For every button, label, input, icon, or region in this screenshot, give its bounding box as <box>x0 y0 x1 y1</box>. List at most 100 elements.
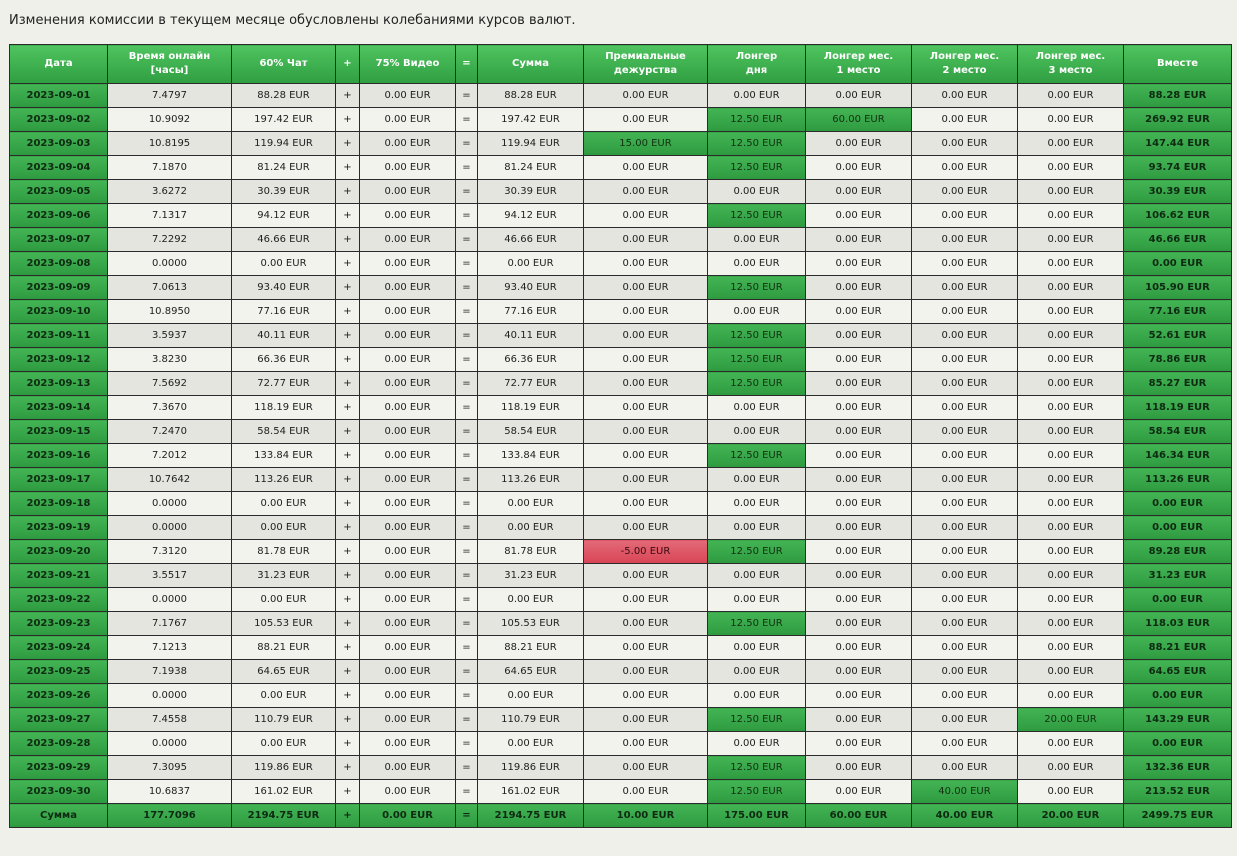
cell-longer-month-2: 0.00 EUR <box>911 587 1018 612</box>
header-online-hours[interactable]: Время онлайн [часы] <box>107 44 232 84</box>
cell-longer-month-1: 0.00 EUR <box>805 395 912 420</box>
cell-longer-month-3: 0.00 EUR <box>1017 347 1124 372</box>
cell-premium: 0.00 EUR <box>583 611 708 636</box>
cell-sum: 46.66 EUR <box>477 227 584 252</box>
cell-longer-day: 12.50 EUR <box>707 611 806 636</box>
cell-longer-month-1: 0.00 EUR <box>805 683 912 708</box>
cell-equals: = <box>455 275 478 300</box>
header-total[interactable]: Вместе <box>1123 44 1232 84</box>
cell-longer-month-3: 0.00 EUR <box>1017 227 1124 252</box>
cell-longer-month-1: 0.00 EUR <box>805 155 912 180</box>
summary-longer-month-2: 40.00 EUR <box>911 803 1018 828</box>
cell-plus: + <box>335 467 360 492</box>
cell-online-hours: 7.1870 <box>107 155 232 180</box>
cell-longer-month-1: 60.00 EUR <box>805 107 912 132</box>
cell-longer-day: 0.00 EUR <box>707 563 806 588</box>
cell-video: 0.00 EUR <box>359 203 456 228</box>
cell-equals: = <box>455 779 478 804</box>
table-row: 2023-09-20 7.3120 81.78 EUR +0.00 EUR = 81.78… <box>9 539 1232 564</box>
cell-online-hours: 3.5517 <box>107 563 232 588</box>
cell-equals: = <box>455 563 478 588</box>
table-row: 2023-09-30 10.6837 161.02 EUR +0.00 EUR = 161… <box>9 779 1232 804</box>
cell-online-hours: 10.8950 <box>107 299 232 324</box>
cell-longer-day: 12.50 EUR <box>707 131 806 156</box>
cell-longer-month-3: 0.00 EUR <box>1017 395 1124 420</box>
cell-chat: 133.84 EUR <box>231 443 336 468</box>
cell-longer-month-1: 0.00 EUR <box>805 347 912 372</box>
header-sum[interactable]: Сумма <box>477 44 584 84</box>
cell-online-hours: 7.1938 <box>107 659 232 684</box>
cell-total: 213.52 EUR <box>1123 779 1232 804</box>
summary-video: 0.00 EUR <box>359 803 456 828</box>
cell-plus: + <box>335 251 360 276</box>
cell-equals: = <box>455 347 478 372</box>
cell-longer-month-2: 0.00 EUR <box>911 755 1018 780</box>
cell-video: 0.00 EUR <box>359 227 456 252</box>
cell-online-hours: 0.0000 <box>107 587 232 612</box>
cell-video: 0.00 EUR <box>359 611 456 636</box>
cell-online-hours: 7.3095 <box>107 755 232 780</box>
cell-longer-day: 0.00 EUR <box>707 227 806 252</box>
header-premium[interactable]: Премиальные дежурства <box>583 44 708 84</box>
cell-longer-day: 0.00 EUR <box>707 395 806 420</box>
cell-longer-day: 12.50 EUR <box>707 371 806 396</box>
cell-premium: 0.00 EUR <box>583 419 708 444</box>
cell-longer-month-2: 40.00 EUR <box>911 779 1018 804</box>
header-longer-month-3[interactable]: Лонгер мес. 3 место <box>1017 44 1124 84</box>
cell-online-hours: 10.9092 <box>107 107 232 132</box>
cell-longer-day: 0.00 EUR <box>707 515 806 540</box>
cell-sum: 88.21 EUR <box>477 635 584 660</box>
cell-online-hours: 3.8230 <box>107 347 232 372</box>
cell-premium: 0.00 EUR <box>583 467 708 492</box>
cell-longer-month-3: 0.00 EUR <box>1017 779 1124 804</box>
cell-sum: 0.00 EUR <box>477 515 584 540</box>
cell-video: 0.00 EUR <box>359 467 456 492</box>
cell-equals: = <box>455 707 478 732</box>
table-row: 2023-09-28 0.0000 0.00 EUR +0.00 EUR = 0.00 E… <box>9 731 1232 756</box>
cell-chat: 161.02 EUR <box>231 779 336 804</box>
cell-total: 118.03 EUR <box>1123 611 1232 636</box>
header-longer-day[interactable]: Лонгер дня <box>707 44 806 84</box>
cell-date: 2023-09-02 <box>9 107 108 132</box>
header-video[interactable]: 75% Видео <box>359 44 456 84</box>
cell-premium: 0.00 EUR <box>583 635 708 660</box>
cell-chat: 118.19 EUR <box>231 395 336 420</box>
cell-equals: = <box>455 635 478 660</box>
cell-date: 2023-09-29 <box>9 755 108 780</box>
cell-chat: 30.39 EUR <box>231 179 336 204</box>
cell-plus: + <box>335 227 360 252</box>
header-chat[interactable]: 60% Чат <box>231 44 336 84</box>
cell-chat: 0.00 EUR <box>231 731 336 756</box>
cell-video: 0.00 EUR <box>359 179 456 204</box>
cell-online-hours: 7.2012 <box>107 443 232 468</box>
cell-chat: 0.00 EUR <box>231 251 336 276</box>
cell-longer-day: 0.00 EUR <box>707 299 806 324</box>
cell-equals: = <box>455 155 478 180</box>
cell-sum: 113.26 EUR <box>477 467 584 492</box>
cell-total: 88.21 EUR <box>1123 635 1232 660</box>
table-row: 2023-09-12 3.8230 66.36 EUR +0.00 EUR = 66.36… <box>9 347 1232 372</box>
cell-date: 2023-09-11 <box>9 323 108 348</box>
cell-date: 2023-09-23 <box>9 611 108 636</box>
cell-longer-month-2: 0.00 EUR <box>911 323 1018 348</box>
cell-longer-month-1: 0.00 EUR <box>805 251 912 276</box>
cell-longer-month-1: 0.00 EUR <box>805 635 912 660</box>
cell-equals: = <box>455 443 478 468</box>
cell-sum: 0.00 EUR <box>477 251 584 276</box>
header-date[interactable]: Дата <box>9 44 108 84</box>
cell-longer-day: 12.50 EUR <box>707 155 806 180</box>
cell-date: 2023-09-06 <box>9 203 108 228</box>
cell-plus: + <box>335 179 360 204</box>
header-longer-month-2[interactable]: Лонгер мес. 2 место <box>911 44 1018 84</box>
cell-longer-month-3: 0.00 EUR <box>1017 635 1124 660</box>
cell-premium: 0.00 EUR <box>583 779 708 804</box>
cell-premium: 0.00 EUR <box>583 563 708 588</box>
table-row: 2023-09-19 0.0000 0.00 EUR +0.00 EUR = 0.00 E… <box>9 515 1232 540</box>
cell-longer-month-2: 0.00 EUR <box>911 107 1018 132</box>
cell-longer-month-3: 0.00 EUR <box>1017 731 1124 756</box>
cell-chat: 58.54 EUR <box>231 419 336 444</box>
table-row: 2023-09-15 7.2470 58.54 EUR +0.00 EUR = 58.54… <box>9 419 1232 444</box>
cell-plus: + <box>335 419 360 444</box>
cell-online-hours: 7.2292 <box>107 227 232 252</box>
header-longer-month-1[interactable]: Лонгер мес. 1 место <box>805 44 912 84</box>
